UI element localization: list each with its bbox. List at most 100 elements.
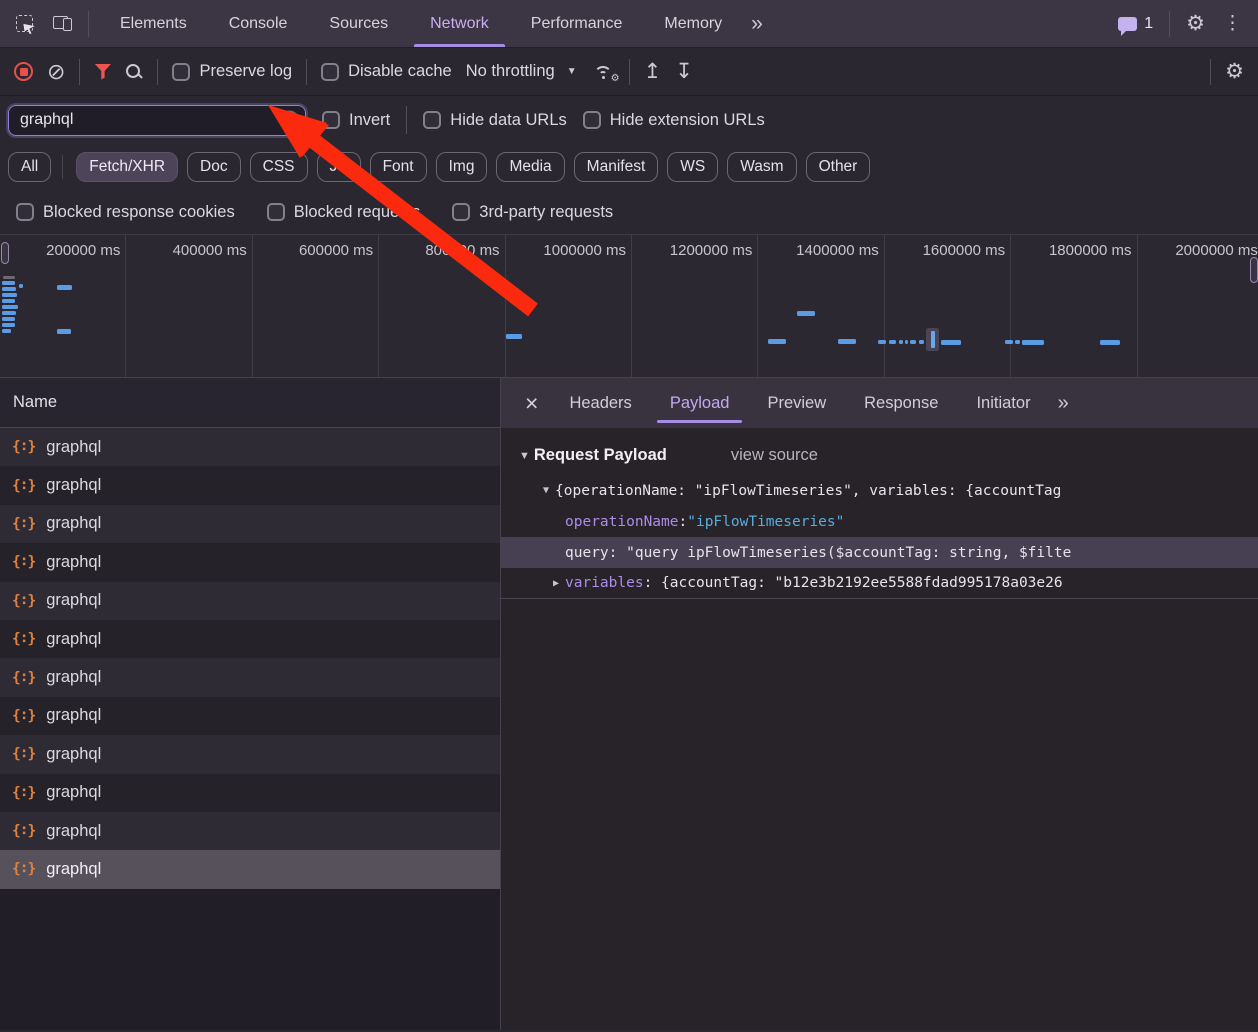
clear-filter-icon[interactable]: × — [280, 111, 299, 130]
invert-checkbox[interactable] — [322, 111, 340, 129]
request-row[interactable]: {∶} graphql — [0, 774, 500, 812]
settings-gear-icon[interactable]: ⚙ — [1186, 11, 1205, 36]
devtools-tab[interactable]: Sources — [308, 0, 409, 47]
more-tabs-icon[interactable]: » — [743, 0, 769, 47]
resource-type-chip[interactable]: Media — [496, 152, 564, 181]
blocked-cookies-checkbox-row[interactable]: Blocked response cookies — [16, 203, 235, 222]
preserve-log-checkbox-row[interactable]: Preserve log — [172, 62, 292, 81]
request-row[interactable]: {∶} graphql — [0, 505, 500, 543]
query-row-highlighted[interactable]: query: "query ipFlowTimeseries($accountT… — [501, 537, 1258, 568]
details-tab[interactable]: Initiator — [957, 378, 1049, 428]
request-row[interactable]: {∶} graphql — [0, 582, 500, 620]
request-row[interactable]: {∶} graphql — [0, 543, 500, 581]
payload-root-row[interactable]: ▼ {operationName: "ipFlowTimeseries", va… — [501, 475, 1258, 506]
request-row[interactable]: {∶} graphql — [0, 620, 500, 658]
request-row[interactable]: {∶} graphql — [0, 658, 500, 696]
devtools-tab[interactable]: Network — [409, 0, 510, 47]
network-conditions-icon[interactable]: ⚙ — [593, 64, 615, 80]
resource-type-chip[interactable]: Doc — [187, 152, 241, 181]
invert-label: Invert — [349, 111, 390, 130]
hide-extension-urls-checkbox-row[interactable]: Hide extension URLs — [583, 111, 765, 130]
details-tab[interactable]: Preview — [748, 378, 845, 428]
search-icon[interactable] — [125, 63, 143, 81]
resource-type-chip[interactable]: All — [8, 152, 51, 181]
timeline-request-bar — [919, 340, 924, 344]
variables-row[interactable]: ▶ variables: {accountTag: "b12e3b2192ee5… — [501, 568, 1258, 599]
triangle-down-icon[interactable]: ▼ — [537, 485, 555, 496]
device-toolbar-icon[interactable] — [53, 16, 72, 31]
request-row[interactable]: {∶} graphql — [0, 735, 500, 773]
preserve-log-checkbox[interactable] — [172, 63, 190, 81]
filter-funnel-icon[interactable] — [94, 64, 111, 80]
timeline-request-bar — [2, 293, 17, 297]
tab-label: Console — [229, 15, 288, 33]
request-row[interactable]: {∶} graphql — [0, 466, 500, 504]
details-tab[interactable]: Headers — [550, 378, 650, 428]
blocked-cookies-checkbox[interactable] — [16, 203, 34, 221]
blocked-requests-checkbox[interactable] — [267, 203, 285, 221]
request-name: graphql — [46, 438, 101, 457]
third-party-checkbox-row[interactable]: 3rd-party requests — [452, 203, 613, 222]
filter-bar: × Invert Hide data URLs Hide extension U… — [0, 96, 1258, 144]
disable-cache-checkbox[interactable] — [321, 63, 339, 81]
timeline-request-bar — [2, 299, 15, 303]
kebab-menu-icon[interactable]: ⋮ — [1221, 12, 1244, 35]
json-braces-icon: {∶} — [12, 554, 35, 570]
hide-data-urls-checkbox-row[interactable]: Hide data URLs — [423, 111, 566, 130]
devtools-tab[interactable]: Performance — [510, 0, 644, 47]
resource-type-chip[interactable]: Manifest — [574, 152, 659, 181]
request-row[interactable]: {∶} graphql — [0, 697, 500, 735]
mini-gear-icon: ⚙ — [611, 74, 620, 84]
devtools-tab[interactable]: Memory — [643, 0, 743, 47]
network-overview-timeline[interactable]: 200000 ms400000 ms600000 ms800000 ms1000… — [0, 234, 1258, 378]
divider — [629, 59, 630, 85]
inspect-element-icon[interactable] — [16, 15, 33, 32]
resource-type-chip[interactable]: Font — [370, 152, 427, 181]
timeline-bars-layer — [0, 235, 1258, 377]
resource-type-chip[interactable]: CSS — [250, 152, 308, 181]
details-tab[interactable]: Response — [845, 378, 957, 428]
triangle-down-icon[interactable]: ▼ — [519, 450, 530, 462]
close-details-icon[interactable]: × — [513, 392, 550, 415]
export-har-icon[interactable]: ↧ — [675, 59, 693, 84]
devtools-tab[interactable]: Console — [208, 0, 309, 47]
operation-name-row[interactable]: operationName: "ipFlowTimeseries" — [501, 506, 1258, 537]
details-tab-label: Initiator — [976, 394, 1030, 413]
resource-type-chip[interactable]: Other — [806, 152, 871, 181]
request-name: graphql — [46, 783, 101, 802]
import-har-icon[interactable]: ↥ — [644, 59, 662, 84]
clear-network-log-icon[interactable]: ⊘ — [47, 61, 65, 83]
third-party-checkbox[interactable] — [452, 203, 470, 221]
name-column-header[interactable]: Name — [0, 378, 500, 428]
details-tab-label: Payload — [670, 394, 730, 413]
request-row[interactable]: {∶} graphql — [0, 850, 500, 888]
timeline-request-bar — [941, 340, 961, 345]
invert-checkbox-row[interactable]: Invert — [322, 111, 390, 130]
view-source-link[interactable]: view source — [731, 446, 818, 465]
hide-extension-urls-checkbox[interactable] — [583, 111, 601, 129]
messages-icon[interactable] — [1118, 17, 1137, 31]
hide-data-urls-checkbox[interactable] — [423, 111, 441, 129]
timeline-gray-bar — [3, 276, 15, 279]
blocked-requests-checkbox-row[interactable]: Blocked requests — [267, 203, 421, 222]
overview-right-grip[interactable] — [1250, 257, 1258, 283]
details-tab[interactable]: Payload — [651, 378, 749, 428]
request-row[interactable]: {∶} graphql — [0, 812, 500, 850]
resource-type-chip[interactable]: Img — [436, 152, 488, 181]
disable-cache-checkbox-row[interactable]: Disable cache — [321, 62, 452, 81]
resource-type-chip[interactable]: JS — [317, 152, 361, 181]
details-tab-label: Response — [864, 394, 938, 413]
overview-left-grip[interactable] — [1, 242, 9, 264]
devtools-tab[interactable]: Elements — [99, 0, 208, 47]
throttling-dropdown[interactable]: No throttling ▼ — [466, 62, 577, 81]
triangle-right-icon[interactable]: ▶ — [547, 578, 565, 589]
resource-type-chip[interactable]: Fetch/XHR — [76, 152, 178, 181]
request-row[interactable]: {∶} graphql — [0, 428, 500, 466]
resource-type-chip[interactable]: WS — [667, 152, 718, 181]
resource-type-chip[interactable]: Wasm — [727, 152, 796, 181]
network-settings-gear-icon[interactable]: ⚙ — [1225, 59, 1244, 84]
more-details-tabs-icon[interactable]: » — [1050, 392, 1075, 415]
tab-label: Elements — [120, 15, 187, 33]
filter-input[interactable] — [8, 105, 306, 136]
record-network-log-icon[interactable] — [14, 62, 33, 81]
